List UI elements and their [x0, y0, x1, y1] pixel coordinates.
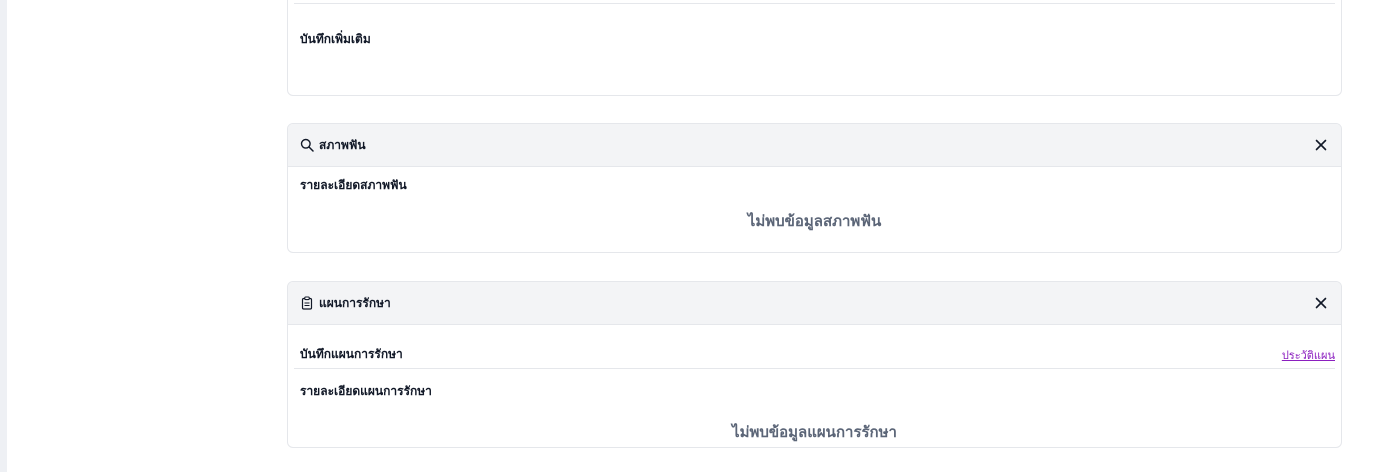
- plan-empty-message: ไม่พบข้อมูลแผนการรักษา: [732, 423, 897, 441]
- treatment-plan-title: แผนการรักษา: [319, 295, 391, 310]
- close-icon[interactable]: [1313, 137, 1329, 153]
- clipboard-icon: [300, 296, 314, 310]
- close-icon[interactable]: [1313, 295, 1329, 311]
- plan-record-label: บันทึกแผนการรักษา: [300, 347, 403, 361]
- teeth-detail-label: รายละเอียดสภาพฟัน: [300, 178, 407, 192]
- left-sidebar-edge: [0, 0, 7, 472]
- treatment-plan-card: แผนการรักษา บันทึกแผนการรักษา ประวัติแผน…: [287, 281, 1342, 448]
- teeth-condition-title: สภาพฟัน: [319, 137, 366, 152]
- notes-card: บันทึกเพิ่มเติม: [287, 0, 1342, 96]
- teeth-empty-message: ไม่พบข้อมูลสภาพฟัน: [747, 212, 882, 230]
- teeth-condition-card: สภาพฟัน รายละเอียดสภาพฟัน ไม่พบข้อมูลสภา…: [287, 123, 1342, 253]
- notes-top-divider: [294, 3, 1335, 4]
- notes-label: บันทึกเพิ่มเติม: [300, 32, 371, 46]
- plan-divider: [294, 368, 1335, 369]
- treatment-plan-header: แผนการรักษา: [288, 282, 1341, 325]
- plan-history-link[interactable]: ประวัติแผน: [1282, 346, 1335, 364]
- plan-detail-label: รายละเอียดแผนการรักษา: [300, 384, 432, 398]
- teeth-condition-header: สภาพฟัน: [288, 124, 1341, 167]
- search-icon: [300, 138, 314, 152]
